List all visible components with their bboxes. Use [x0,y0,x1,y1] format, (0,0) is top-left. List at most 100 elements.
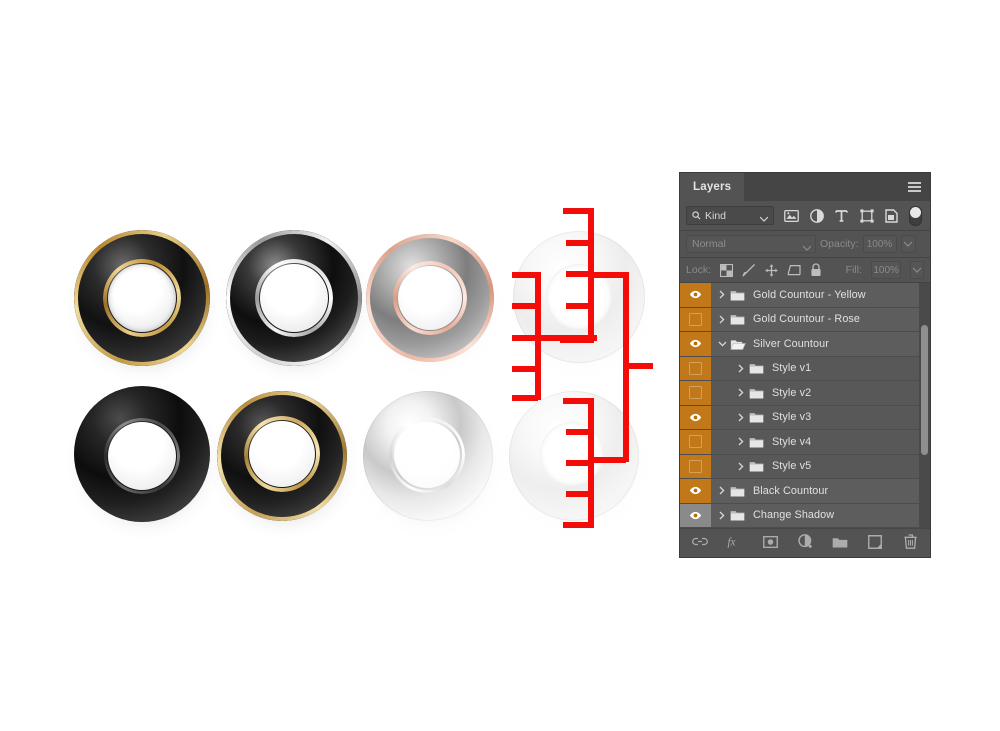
chevron-right-icon[interactable] [734,462,748,471]
red-layer-tree-diagram [500,195,700,545]
layer-row-content[interactable]: Gold Countour - Yellow [711,283,930,307]
new-layer-icon[interactable] [867,534,883,550]
blend-mode-select[interactable]: Normal [686,235,816,253]
filter-kind-label: Kind [705,209,727,222]
opacity-slider-toggle[interactable] [900,235,916,253]
layer-row[interactable]: Change Shadow [680,503,930,528]
lock-position-icon[interactable] [765,263,778,277]
new-adjustment-layer-icon[interactable] [797,534,813,550]
layer-visibility-off-icon[interactable] [680,430,711,454]
filter-enable-toggle[interactable] [909,205,922,226]
layer-row-content[interactable]: Style v3 [711,406,930,430]
layer-row[interactable]: Black Countour [680,479,930,504]
ring-white-silver [358,388,500,530]
layer-visibility-eye-icon[interactable] [680,479,711,503]
chevron-right-icon[interactable] [715,511,729,520]
layer-row-content[interactable]: Style v4 [711,430,930,454]
link-layers-icon[interactable] [692,534,708,550]
layer-list[interactable]: Gold Countour - Yellow Gold Countour - Ro… [680,283,930,528]
chevron-right-icon[interactable] [715,290,729,299]
layer-visibility-off-icon[interactable] [680,356,711,380]
filter-smart-object-icon[interactable] [884,208,899,223]
folder-icon [748,411,765,423]
tree-leaf [566,491,593,497]
layer-visibility-off-icon[interactable] [680,454,711,478]
layer-visibility-off-icon[interactable] [680,307,711,331]
layer-row-content[interactable]: Gold Countour - Rose [711,308,930,332]
layer-visibility-eye-icon[interactable] [680,405,711,429]
layer-style-fx-icon[interactable]: fx [727,534,743,550]
lock-transparent-pixels-icon[interactable] [720,263,734,277]
tree-leaf [563,208,593,214]
layer-row[interactable]: Style v3 [680,405,930,430]
filter-kind-select[interactable]: Kind [686,206,774,225]
layer-row-content[interactable]: Style v5 [711,455,930,479]
tree-leaf [512,272,538,278]
search-icon [692,211,701,220]
layer-name: Black Countour [753,484,829,497]
chevron-right-icon[interactable] [715,315,729,324]
layer-row[interactable]: Silver Countour [680,332,930,357]
layer-row[interactable]: Style v4 [680,430,930,455]
lock-artboard-nesting-icon[interactable] [787,263,801,277]
layer-row-content[interactable]: Silver Countour [711,332,930,356]
layer-row[interactable]: Style v5 [680,454,930,479]
opacity-input[interactable]: 100% [862,235,897,253]
folder-icon [748,436,765,448]
layer-row-content[interactable]: Style v2 [711,381,930,405]
layer-row[interactable]: Gold Countour - Rose [680,307,930,332]
filter-type-layers-icon[interactable] [834,208,849,223]
filter-icon-group [784,205,922,226]
layer-name: Gold Countour - Rose [753,313,861,326]
fill-slider-toggle[interactable] [910,261,924,279]
folder-icon [729,509,746,521]
filter-shape-layers-icon[interactable] [859,208,874,223]
folder-icon [748,362,765,374]
chevron-right-icon[interactable] [734,437,748,446]
layer-row-content[interactable]: Style v1 [711,357,930,381]
layer-visibility-eye-icon[interactable] [680,332,711,356]
fill-input[interactable]: 100% [870,261,902,279]
layer-name: Gold Countour - Yellow [753,288,866,301]
layer-row-content[interactable]: Change Shadow [711,504,930,528]
hamburger-menu-icon[interactable] [905,173,923,201]
layer-visibility-off-icon[interactable] [680,381,711,405]
layer-row[interactable]: Style v1 [680,356,930,381]
chevron-down-icon[interactable] [715,341,729,347]
folder-icon [729,485,746,497]
fill-label: Fill: [845,264,862,276]
tree-root-stub [625,363,653,369]
tree-leaf [566,460,593,466]
tree-leaf [566,271,593,277]
chevron-right-icon[interactable] [734,388,748,397]
filter-pixel-layers-icon[interactable] [784,208,799,223]
ring-gold-yellow-contour [70,228,215,373]
layer-name: Style v4 [772,435,812,448]
chevron-down-icon [802,242,812,254]
layer-row[interactable]: Style v2 [680,381,930,406]
add-layer-mask-icon[interactable] [762,534,778,550]
layer-visibility-eye-icon[interactable] [680,283,711,307]
chevron-right-icon[interactable] [715,486,729,495]
layer-name: Style v5 [772,460,812,473]
layer-list-scrollbar[interactable] [921,325,928,455]
layer-visibility-eye-icon[interactable] [680,503,711,527]
layer-row[interactable]: Gold Countour - Yellow [680,283,930,308]
layer-row-content[interactable]: Black Countour [711,479,930,503]
layer-name: Style v3 [772,411,812,424]
chevron-right-icon[interactable] [734,364,748,373]
tree-leaf [566,303,593,309]
tree-branch [590,457,626,463]
chevron-right-icon[interactable] [734,413,748,422]
delete-layer-icon[interactable] [902,534,918,550]
filter-adjustment-layers-icon[interactable] [809,208,824,223]
tab-layers[interactable]: Layers [680,173,745,201]
tree-leaf [512,395,538,401]
ring-black-plain [70,384,215,529]
svg-text:fx: fx [727,537,735,549]
ring-rose-contour [360,230,500,370]
layers-bottom-toolbar: fx [680,528,930,554]
new-group-icon[interactable] [832,534,848,550]
lock-image-pixels-icon[interactable] [742,263,756,277]
lock-all-icon[interactable] [810,263,822,277]
